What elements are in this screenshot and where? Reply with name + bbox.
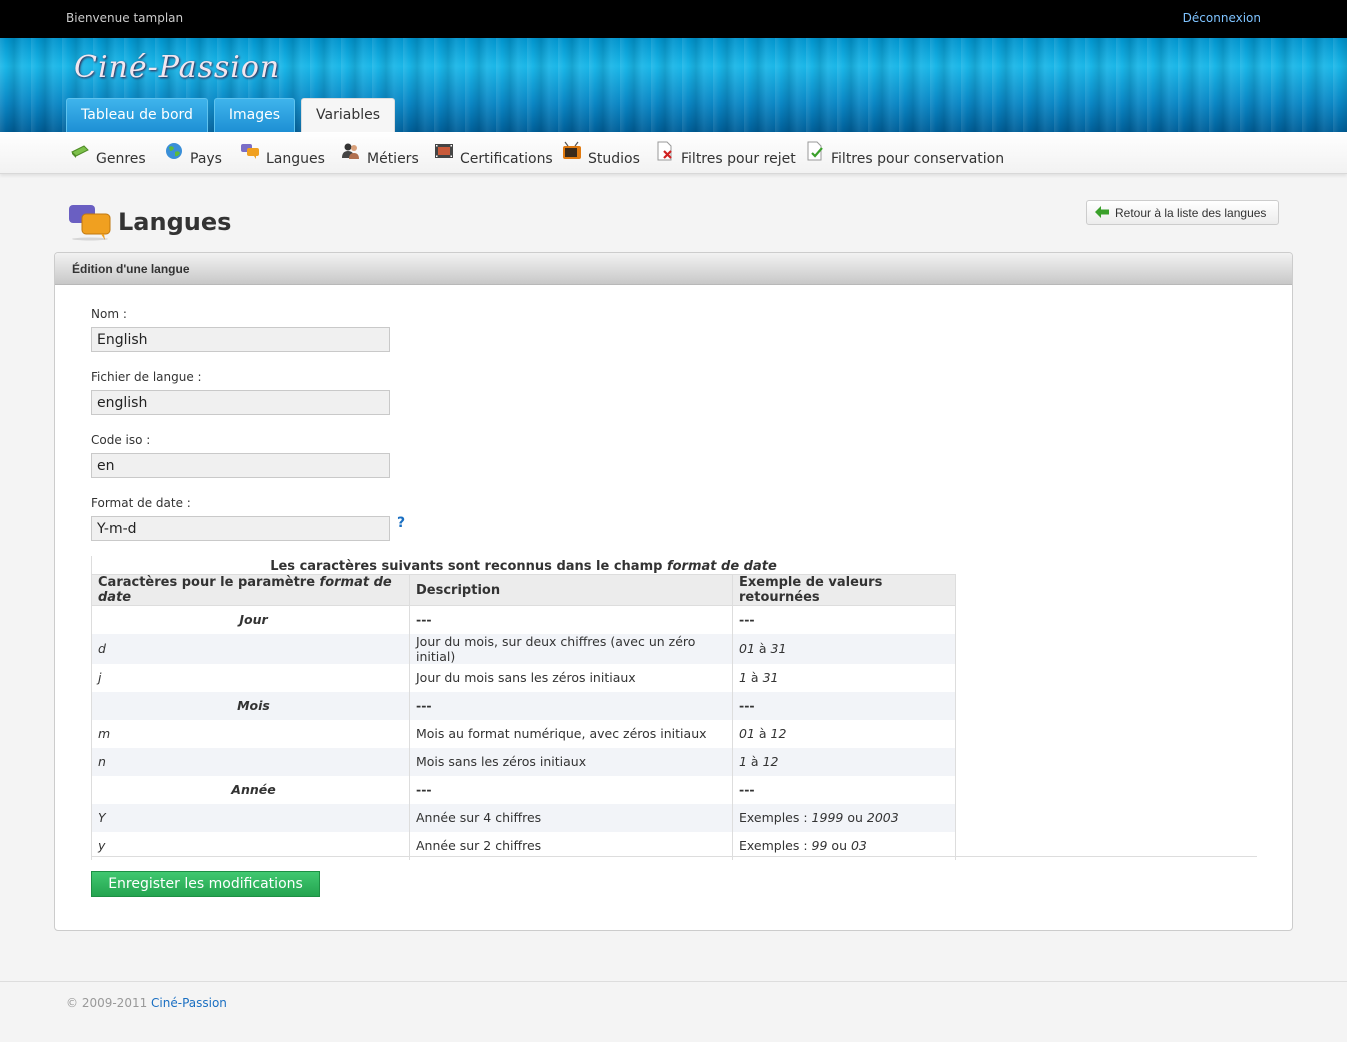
subnav-item-metiers[interactable]: Métiers bbox=[341, 139, 419, 167]
arrow-left-icon bbox=[1095, 205, 1109, 218]
column-header-description: Description bbox=[409, 574, 733, 606]
tab-variables[interactable]: Variables bbox=[301, 98, 396, 132]
globe-icon bbox=[166, 143, 182, 159]
subnav-item-certifications[interactable]: Certifications bbox=[434, 139, 553, 167]
back-to-list-button[interactable]: Retour à la liste des langues bbox=[1086, 200, 1279, 225]
table-header-row: Caractères pour le paramètre format de d… bbox=[91, 574, 956, 606]
nom-input[interactable] bbox=[91, 327, 390, 352]
document-check-icon bbox=[807, 141, 823, 161]
table-row-section: Mois --- --- bbox=[91, 691, 956, 720]
tv-icon bbox=[563, 141, 581, 159]
top-bar: Bienvenue tamplan Déconnexion bbox=[0, 0, 1347, 38]
subnav-item-studios[interactable]: Studios bbox=[562, 139, 640, 167]
edit-panel: Édition d'une langue Nom : Fichier de la… bbox=[54, 252, 1293, 931]
header: Ciné-Passion Tableau de bord Images Vari… bbox=[0, 38, 1347, 132]
help-icon[interactable]: ? bbox=[397, 515, 405, 531]
footer: © 2009-2011 Ciné-Passion bbox=[66, 996, 227, 1010]
table-caption: Les caractères suivants sont reconnus da… bbox=[270, 559, 777, 574]
tab-images[interactable]: Images bbox=[213, 98, 296, 132]
panel-title: Édition d'une langue bbox=[55, 253, 1292, 285]
table-row-section: Année --- --- bbox=[91, 775, 956, 804]
table-row: m Mois au format numérique, avec zéros i… bbox=[91, 719, 956, 748]
main-tabs: Tableau de bord Images Variables bbox=[66, 98, 401, 132]
subnav-label: Certifications bbox=[460, 151, 553, 167]
subnav-label: Langues bbox=[266, 151, 325, 167]
page-title-block: Langues bbox=[68, 203, 231, 241]
welcome-text: Bienvenue tamplan bbox=[66, 11, 184, 25]
column-header-characters: Caractères pour le paramètre format de d… bbox=[91, 574, 410, 606]
back-button-label: Retour à la liste des langues bbox=[1115, 205, 1267, 220]
table-row: d Jour du mois, sur deux chiffres (avec … bbox=[91, 633, 956, 664]
chat-bubbles-icon bbox=[69, 205, 111, 241]
film-icon bbox=[435, 144, 453, 158]
subnav-label: Studios bbox=[588, 151, 640, 167]
sub-navigation: Genres Pays Langues Métiers Certificatio… bbox=[0, 132, 1347, 174]
fichier-input[interactable] bbox=[91, 390, 390, 415]
page-title: Langues bbox=[118, 208, 232, 236]
nom-label: Nom : bbox=[91, 307, 127, 321]
tab-tableau-de-bord[interactable]: Tableau de bord bbox=[66, 98, 208, 132]
subnav-item-langues[interactable]: Langues bbox=[240, 139, 325, 167]
table-row-section: Jour --- --- bbox=[91, 605, 956, 634]
column-header-example: Exemple de valeurs retournées bbox=[732, 574, 956, 606]
table-row: n Mois sans les zéros initiaux 1 à 12 bbox=[91, 747, 956, 776]
code-iso-input[interactable] bbox=[91, 453, 390, 478]
subnav-label: Filtres pour conservation bbox=[831, 151, 1005, 167]
copyright-text: © 2009-2011 bbox=[66, 996, 152, 1010]
date-format-table: Caractères pour le paramètre format de d… bbox=[91, 574, 956, 860]
subnav-label: Filtres pour rejet bbox=[681, 151, 796, 167]
genres-icon bbox=[71, 145, 89, 158]
subnav-label: Genres bbox=[96, 151, 146, 167]
subnav-label: Pays bbox=[190, 151, 222, 167]
fichier-label: Fichier de langue : bbox=[91, 370, 202, 384]
save-button[interactable]: Enregister les modifications bbox=[91, 871, 320, 897]
logout-link[interactable]: Déconnexion bbox=[1183, 11, 1261, 25]
document-reject-icon bbox=[657, 141, 672, 161]
code-iso-label: Code iso : bbox=[91, 433, 151, 447]
chat-bubbles-icon bbox=[241, 144, 259, 159]
subnav-item-genres[interactable]: Genres bbox=[70, 139, 146, 167]
table-row: j Jour du mois sans les zéros initiaux 1… bbox=[91, 663, 956, 692]
footer-site-link[interactable]: Ciné-Passion bbox=[151, 996, 227, 1010]
subnav-label: Métiers bbox=[367, 151, 419, 167]
site-logo[interactable]: Ciné-Passion bbox=[74, 50, 280, 85]
subnav-item-filtres-conservation[interactable]: Filtres pour conservation bbox=[805, 139, 1004, 167]
subnav-item-filtres-rejet[interactable]: Filtres pour rejet bbox=[655, 139, 796, 167]
subnav-item-pays[interactable]: Pays bbox=[164, 139, 222, 167]
format-date-label: Format de date : bbox=[91, 496, 191, 510]
table-row: Y Année sur 4 chiffres Exemples : 1999 o… bbox=[91, 803, 956, 832]
format-date-input[interactable] bbox=[91, 516, 390, 541]
users-icon bbox=[342, 143, 359, 159]
